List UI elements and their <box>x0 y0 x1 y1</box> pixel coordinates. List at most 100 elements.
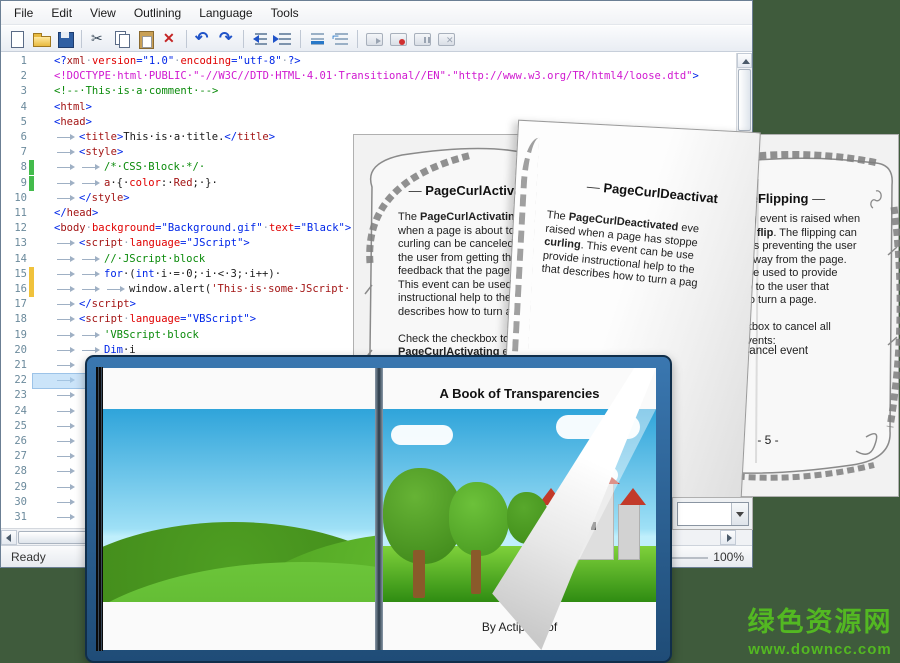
book-left-page[interactable] <box>103 368 375 650</box>
page-selector-combobox[interactable] <box>677 502 749 526</box>
change-bar <box>29 388 34 403</box>
tab-whitespace-icon <box>79 176 104 190</box>
change-bar <box>29 221 34 236</box>
token: > <box>269 131 275 143</box>
outdent-icon[interactable] <box>273 28 295 50</box>
change-bar <box>29 282 34 297</box>
change-bar <box>29 267 34 282</box>
tab-whitespace-icon <box>54 358 79 372</box>
toolbar-separator <box>243 30 244 48</box>
menu-bar: FileEditViewOutliningLanguageTools <box>1 1 752 25</box>
scroll-left-icon[interactable] <box>1 530 17 545</box>
code-text: //·JScript·block <box>54 253 205 265</box>
tab-whitespace-icon <box>54 404 79 418</box>
menu-item-language[interactable]: Language <box>190 3 261 23</box>
line-number: 23 <box>1 388 27 403</box>
token: <!DOCTYPE·html·PUBLIC·"-//W3C//DTD·HTML·… <box>54 70 692 82</box>
macro-record-icon[interactable] <box>387 28 409 50</box>
open-file-icon[interactable] <box>30 28 52 50</box>
vertical-scrollbar-thumb[interactable] <box>738 69 751 131</box>
code-text: <script·language="JScript"> <box>54 237 250 249</box>
tab-whitespace-icon <box>79 328 104 342</box>
scroll-up-icon[interactable] <box>737 53 752 68</box>
token: for <box>104 268 123 280</box>
macro-stop-icon[interactable] <box>435 28 457 50</box>
format-document-icon[interactable] <box>306 28 328 50</box>
token: > <box>243 237 249 249</box>
code-text: <title>This·is·a·title.</title> <box>54 131 275 143</box>
format-selection-icon[interactable] <box>330 28 352 50</box>
save-file-icon[interactable] <box>54 28 76 50</box>
token: <!--·This·is·a·comment·--> <box>54 85 218 97</box>
castle-tower <box>618 504 640 560</box>
cut-icon[interactable] <box>87 28 109 50</box>
menu-item-outlining[interactable]: Outlining <box>125 3 190 23</box>
line-number: 5 <box>1 115 27 130</box>
token: </ <box>79 192 92 204</box>
scroll-right-icon[interactable] <box>720 530 736 545</box>
redo-icon[interactable] <box>216 28 238 50</box>
token: int <box>136 268 155 280</box>
title-dash: — <box>409 183 422 198</box>
change-bar <box>29 252 34 267</box>
token: ·( <box>123 268 136 280</box>
change-bar <box>29 510 34 525</box>
tab-whitespace-icon <box>54 236 79 250</box>
token: script <box>92 298 130 310</box>
token: color <box>129 177 161 189</box>
line-number: 20 <box>1 343 27 358</box>
change-bar <box>29 449 34 464</box>
delete-icon[interactable] <box>159 28 181 50</box>
code-text: for·(int·i·=·0;·i·<·3;·i++)· <box>54 268 281 280</box>
menu-item-tools[interactable]: Tools <box>262 3 308 23</box>
token: style <box>92 192 124 204</box>
token: "VBScript" <box>187 313 250 325</box>
code-line[interactable]: 2 <!DOCTYPE·html·PUBLIC·"-//W3C//DTD·HTML… <box>1 69 738 84</box>
change-bar <box>29 312 34 327</box>
code-line[interactable]: 3<!--·This·is·a·comment·--> <box>1 84 738 99</box>
token: 'This·is·some·JScript· <box>211 283 350 295</box>
tab-whitespace-icon <box>54 328 79 342</box>
cancel-event-label: Cancel event <box>741 345 808 357</box>
cloud <box>391 425 453 445</box>
change-bar <box>29 206 34 221</box>
indent-icon[interactable] <box>249 28 271 50</box>
macro-play-icon[interactable] <box>363 28 385 50</box>
token: script <box>85 237 123 249</box>
menu-item-edit[interactable]: Edit <box>42 3 81 23</box>
chevron-down-icon[interactable] <box>731 503 748 525</box>
tab-whitespace-icon <box>54 464 79 478</box>
menu-item-view[interactable]: View <box>81 3 125 23</box>
change-bar <box>29 404 34 419</box>
token: > <box>86 116 92 128</box>
new-file-icon[interactable] <box>6 28 28 50</box>
paste-icon[interactable] <box>135 28 157 50</box>
code-line[interactable]: 4<html> <box>1 100 738 115</box>
book-right-page[interactable]: A Book of Transparencies <box>383 368 656 650</box>
code-text: window.alert('This·is·some·JScript· <box>54 283 350 295</box>
line-number: 22 <box>1 373 27 388</box>
desktop: FileEditViewOutliningLanguageTools 1<?xm… <box>0 0 900 663</box>
line-number: 4 <box>1 100 27 115</box>
token: //·JScript·block <box>104 253 205 265</box>
line-number: 2 <box>1 69 27 84</box>
toolbar-separator <box>357 30 358 48</box>
change-bar <box>29 328 34 343</box>
code-line[interactable]: 1<?xml·version="1.0"·encoding="utf-8"·?> <box>1 54 738 69</box>
code-text: 'VBScript·block <box>54 329 199 341</box>
token: version <box>92 55 136 67</box>
toolbar-separator <box>81 30 82 48</box>
turning-page-body: The PageCurlDeactivated everaised when a… <box>541 209 747 295</box>
token: "utf-8" <box>237 55 281 67</box>
change-bar <box>29 160 34 175</box>
macro-pause-icon[interactable] <box>411 28 433 50</box>
copy-icon[interactable] <box>111 28 133 50</box>
code-text <box>54 481 79 493</box>
token: background <box>92 222 155 234</box>
token: ;·}· <box>193 177 218 189</box>
line-number: 18 <box>1 312 27 327</box>
token: head <box>67 207 92 219</box>
title-dash: — <box>812 191 825 206</box>
undo-icon[interactable] <box>192 28 214 50</box>
menu-item-file[interactable]: File <box>5 3 42 23</box>
